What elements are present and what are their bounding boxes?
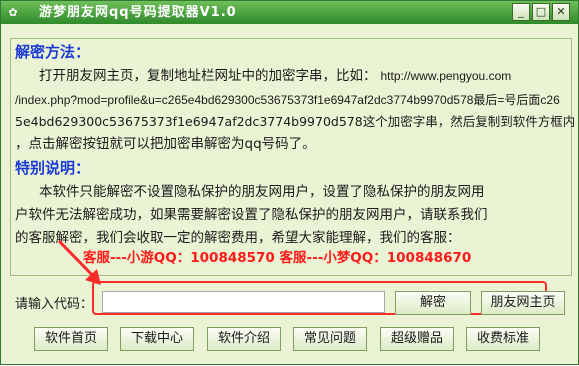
main-window: ✿ 游梦朋友网qq号码提取器V1.0 _ □ ✕ 解密方法： 打开朋友网主页，复… (0, 0, 579, 365)
nav-button-download-center[interactable]: 下载中心 (120, 327, 194, 351)
nav-button-software-home[interactable]: 软件首页 (34, 327, 108, 351)
title-bar[interactable]: ✿ 游梦朋友网qq号码提取器V1.0 _ □ ✕ (1, 1, 578, 24)
method-line-1-url: http://www.pengyou.com (380, 69, 512, 83)
highlight-box (92, 281, 547, 315)
nav-button-super-gift[interactable]: 超级赠品 (380, 327, 454, 351)
close-button[interactable]: ✕ (552, 3, 570, 21)
nav-button-pricing[interactable]: 收费标准 (466, 327, 540, 351)
nav-button-faq[interactable]: 常见问题 (293, 327, 367, 351)
window-title: 游梦朋友网qq号码提取器V1.0 (39, 5, 237, 20)
method-heading: 解密方法： (15, 43, 91, 61)
nav-button-software-intro[interactable]: 软件介绍 (207, 327, 281, 351)
decrypt-button[interactable]: 解密 (395, 291, 471, 315)
notice-heading: 特别说明： (15, 159, 91, 177)
method-line-4: ，点击解密按钮就可以把加密串解密为qq号码了。 (15, 136, 316, 152)
notice-line-3: 的客服解密，我们会收取一定的解密费用，希望大家能理解，我们的客服： (15, 230, 461, 246)
notice-line-2: 户软件无法解密成功，如果需要解密设置了隐私保护的朋友网用户，请联系我们 (15, 207, 488, 223)
code-input-label: 请输入代码： (15, 297, 94, 312)
app-icon: ✿ (8, 6, 18, 19)
notice-line-1: 本软件只能解密不设置隐私保护的朋友网用户，设置了隐私保护的朋友网用 (39, 184, 485, 200)
homepage-button[interactable]: 朋友网主页 (481, 291, 565, 315)
method-line-1: 打开朋友网主页，复制地址栏网址中的加密字串，比如： http://www.peng… (39, 67, 511, 85)
method-line-2: /index.php?mod=profile&u=c265e4bd629300c… (15, 93, 560, 107)
info-panel: 解密方法： 打开朋友网主页，复制地址栏网址中的加密字串，比如： http://ww… (10, 38, 576, 276)
method-line-3: 5e4bd629300c53675373f1e6947af2dc3774b997… (15, 114, 576, 129)
maximize-button[interactable]: □ (532, 3, 550, 21)
minimize-button[interactable]: _ (512, 3, 530, 21)
contact-info: 客服---小游QQ：100848570 客服---小梦QQ：100848670 (83, 250, 472, 266)
method-line-1-text: 打开朋友网主页，复制地址栏网址中的加密字串，比如： (39, 68, 377, 84)
